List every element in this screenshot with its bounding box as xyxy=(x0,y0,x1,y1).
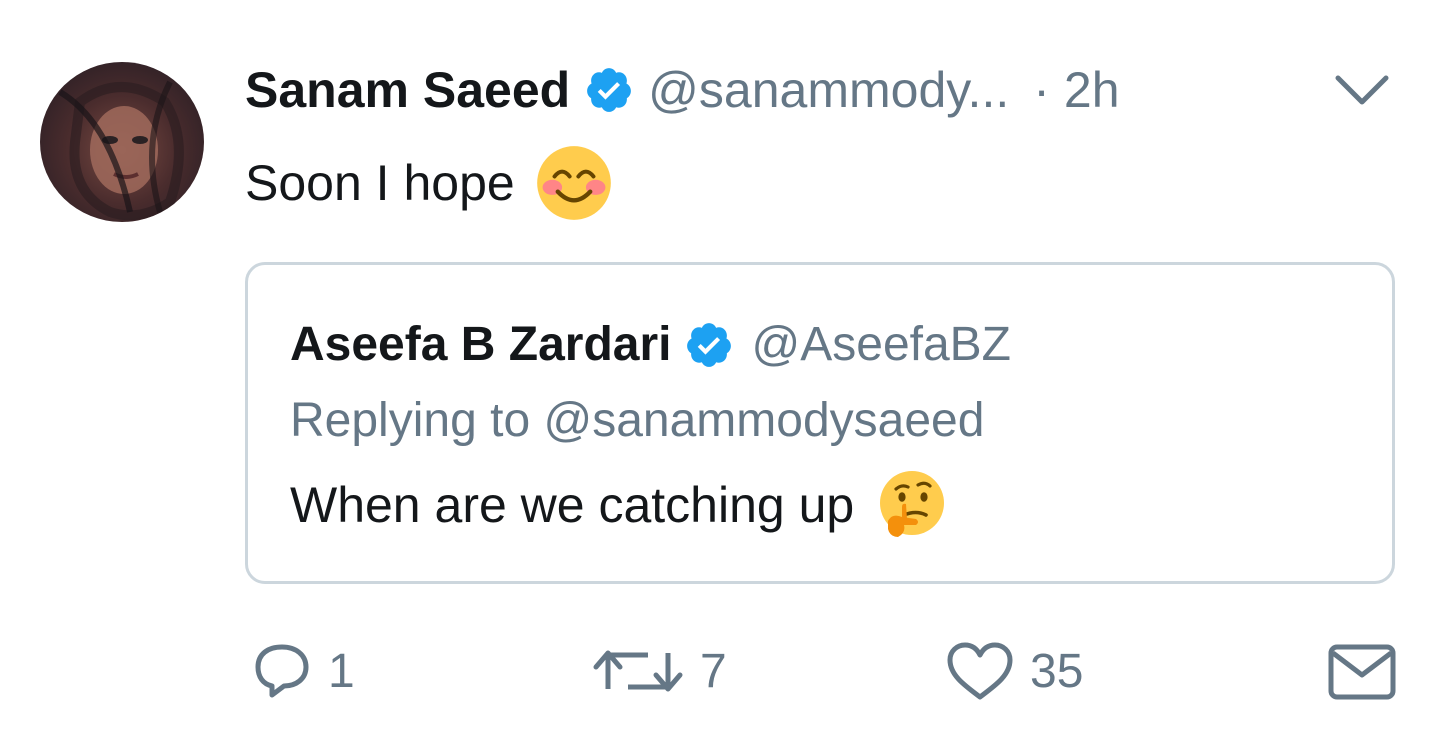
avatar-image xyxy=(58,80,184,221)
direct-message-button[interactable] xyxy=(1326,636,1398,706)
quoted-tweet-text: When are we catching up xyxy=(290,469,948,541)
like-button[interactable]: 35 xyxy=(944,636,1083,706)
quoted-tweet-header: Aseefa B Zardari @AseefaBZ xyxy=(290,317,1011,372)
thinking-face-icon xyxy=(876,469,948,541)
quoted-tweet-card[interactable]: Aseefa B Zardari @AseefaBZ Replying to @… xyxy=(245,262,1395,584)
verified-badge-icon xyxy=(584,65,634,115)
like-count: 35 xyxy=(1030,644,1084,698)
retweet-button[interactable]: 7 xyxy=(590,636,727,706)
replying-to-text: Replying to @sanammodysaeed xyxy=(290,394,985,447)
tweet-text: Soon I hope xyxy=(245,146,613,220)
separator-dot: · xyxy=(1033,62,1050,118)
reply-icon xyxy=(250,639,314,703)
quoted-author-handle: @AseefaBZ xyxy=(751,318,1012,371)
tweet-text-content: Soon I hope xyxy=(245,155,515,211)
verified-badge-icon xyxy=(684,320,734,370)
retweet-icon xyxy=(590,639,686,703)
quoted-tweet-text-content: When are we catching up xyxy=(290,477,855,533)
author-handle[interactable]: @sanammody... xyxy=(648,61,1009,119)
reply-count: 1 xyxy=(328,644,355,698)
tweet-header: Sanam Saeed @sanammody... · 2h xyxy=(245,58,1120,122)
smiling-face-with-smiling-eyes-icon xyxy=(535,144,613,222)
author-name[interactable]: Sanam Saeed xyxy=(245,61,570,119)
heart-icon xyxy=(944,639,1016,703)
author-avatar[interactable] xyxy=(40,62,204,222)
tweet-timestamp[interactable]: 2h xyxy=(1064,61,1120,119)
more-options-chevron-down-icon[interactable] xyxy=(1332,72,1392,108)
retweet-count: 7 xyxy=(700,644,727,698)
envelope-icon xyxy=(1326,639,1398,703)
tweet-actions-bar: 1 7 35 xyxy=(0,636,1440,706)
reply-button[interactable]: 1 xyxy=(250,636,355,706)
quoted-author-name: Aseefa B Zardari xyxy=(290,318,672,371)
